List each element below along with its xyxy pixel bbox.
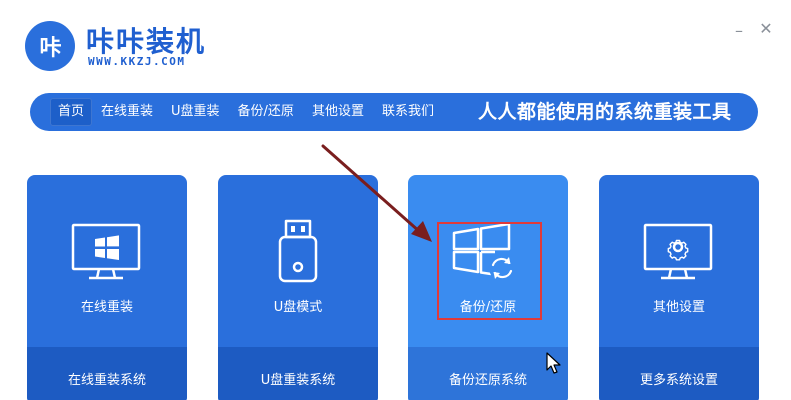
- nav-item-online-reinstall[interactable]: 在线重装: [92, 98, 162, 126]
- nav-item-backup-restore[interactable]: 备份/还原: [229, 98, 303, 126]
- card-footer-button[interactable]: 备份还原系统: [408, 347, 568, 400]
- card-label: U盘模式: [273, 300, 323, 315]
- minimize-button[interactable]: –: [730, 22, 748, 40]
- card-online-reinstall[interactable]: 在线重装 在线重装系统: [27, 175, 187, 400]
- app-window: 咔 咔咔装机 WWW.KKZJ.COM – ✕ 首页 在线重装 U盘重装 备份/…: [0, 0, 791, 400]
- mouse-cursor-icon: [546, 352, 561, 374]
- close-button[interactable]: ✕: [757, 20, 775, 38]
- nav-item-other-settings[interactable]: 其他设置: [303, 98, 373, 126]
- usb-drive-icon: [218, 175, 378, 295]
- nav-item-usb-reinstall[interactable]: U盘重装: [162, 98, 229, 126]
- card-footer-button[interactable]: U盘重装系统: [218, 347, 378, 400]
- nav-item-home[interactable]: 首页: [50, 98, 93, 126]
- card-label: 在线重装: [80, 300, 133, 315]
- monitor-windows-icon: [27, 175, 187, 295]
- card-footer-button[interactable]: 在线重装系统: [27, 347, 187, 400]
- app-url: WWW.KKZJ.COM: [88, 55, 186, 68]
- highlight-box: [437, 222, 542, 320]
- card-label: 其他设置: [652, 300, 705, 315]
- monitor-gear-icon: [599, 175, 759, 295]
- card-other-settings[interactable]: 其他设置 更多系统设置: [599, 175, 759, 400]
- card-usb-mode[interactable]: U盘模式 U盘重装系统: [218, 175, 378, 400]
- nav-bar: 首页 在线重装 U盘重装 备份/还原 其他设置 联系我们 人人都能使用的系统重装…: [30, 93, 758, 131]
- app-title: 咔咔装机: [86, 25, 207, 58]
- nav-item-contact[interactable]: 联系我们: [373, 98, 443, 126]
- app-logo: 咔: [25, 21, 75, 71]
- nav-slogan: 人人都能使用的系统重装工具: [478, 101, 732, 123]
- card-footer-button[interactable]: 更多系统设置: [599, 347, 759, 400]
